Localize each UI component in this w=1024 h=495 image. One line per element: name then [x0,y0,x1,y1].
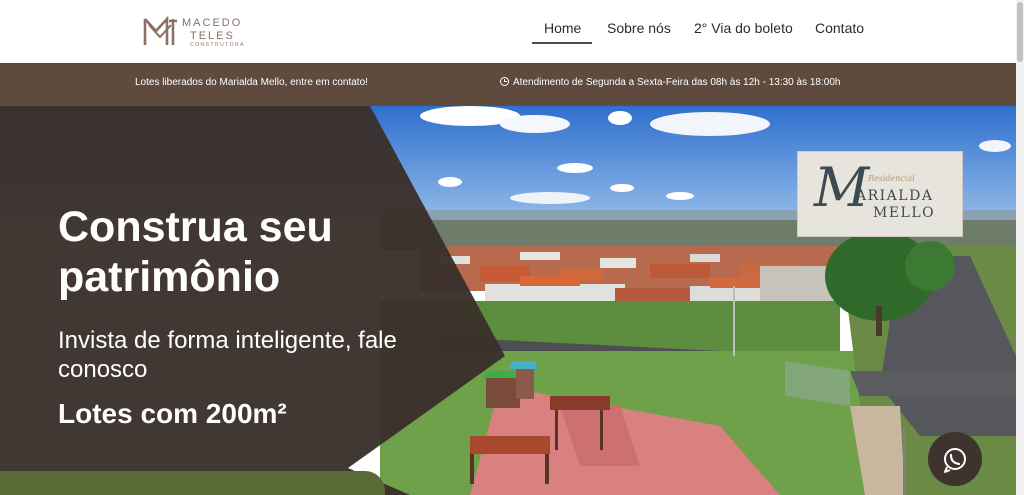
site-header: MACEDO TELES CONSTRUTORA Home Sobre nós … [0,0,1024,63]
opening-hours-text: Atendimento de Segunda a Sexta-Feira das… [513,77,841,88]
hero-banner: Construa seu patrimônio Invista de forma… [0,106,1016,495]
clock-icon [500,77,509,86]
announcement-text: Lotes liberados do Marialda Mello, entre… [135,77,368,88]
hero-lots-size: Lotes com 200m² [58,398,287,429]
residencial-sign: Residencial M ARIALDA MELLO [797,151,963,237]
scrollbar-thumb[interactable] [1017,2,1023,62]
whatsapp-icon [944,448,966,473]
whatsapp-button[interactable] [928,432,982,486]
sign-mello-text: MELLO [873,205,936,221]
nav-sobre-nos[interactable]: Sobre nós [607,20,671,36]
info-bar: Lotes liberados do Marialda Mello, entre… [0,63,1016,106]
nav-home[interactable]: Home [544,20,581,36]
sign-residencial-text: Residencial [868,174,915,183]
hero-title: Construa seu patrimônio [58,203,333,301]
sign-marialda-text: ARIALDA [856,188,934,204]
nav-segunda-via-boleto[interactable]: 2° Via do boleto [694,20,793,36]
nav-active-indicator [532,42,592,44]
nav-contato[interactable]: Contato [815,20,864,36]
opening-hours: Atendimento de Segunda a Sexta-Feira das… [500,77,840,88]
main-nav: Home Sobre nós 2° Via do boleto Contato [0,0,1024,63]
hero-subtitle: Invista de forma inteligente, fale conos… [58,327,397,383]
green-accent-bar [0,471,385,495]
page-scrollbar[interactable] [1016,0,1024,495]
